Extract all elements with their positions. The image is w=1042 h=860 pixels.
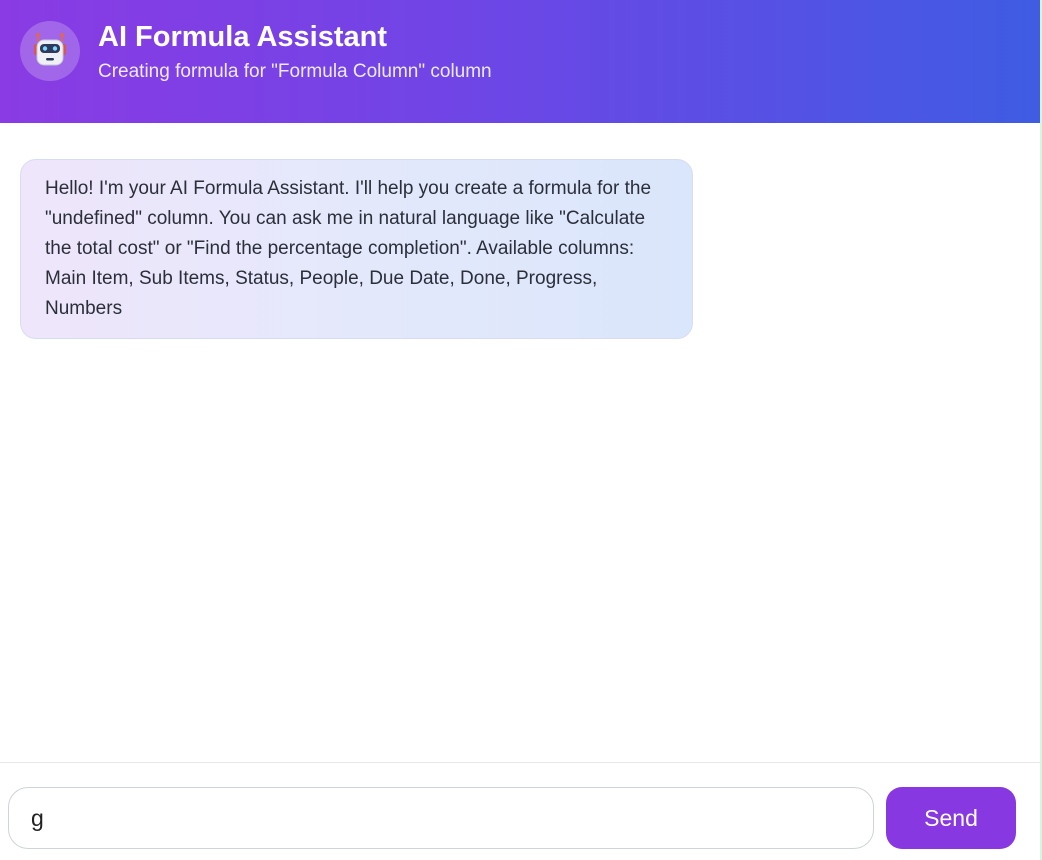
assistant-avatar (20, 21, 80, 81)
chat-header: AI Formula Assistant Creating formula fo… (0, 0, 1040, 123)
ai-formula-assistant-panel: AI Formula Assistant Creating formula fo… (0, 0, 1042, 860)
message-input[interactable] (8, 787, 874, 849)
message-list: Hello! I'm your AI Formula Assistant. I'… (0, 123, 1040, 762)
send-button[interactable]: Send (886, 787, 1016, 849)
chat-title: AI Formula Assistant (98, 21, 387, 53)
assistant-message-bubble: Hello! I'm your AI Formula Assistant. I'… (20, 159, 693, 339)
robot-icon (34, 33, 66, 66)
chat-subtitle: Creating formula for "Formula Column" co… (98, 61, 492, 82)
message-composer: Send (0, 762, 1040, 860)
